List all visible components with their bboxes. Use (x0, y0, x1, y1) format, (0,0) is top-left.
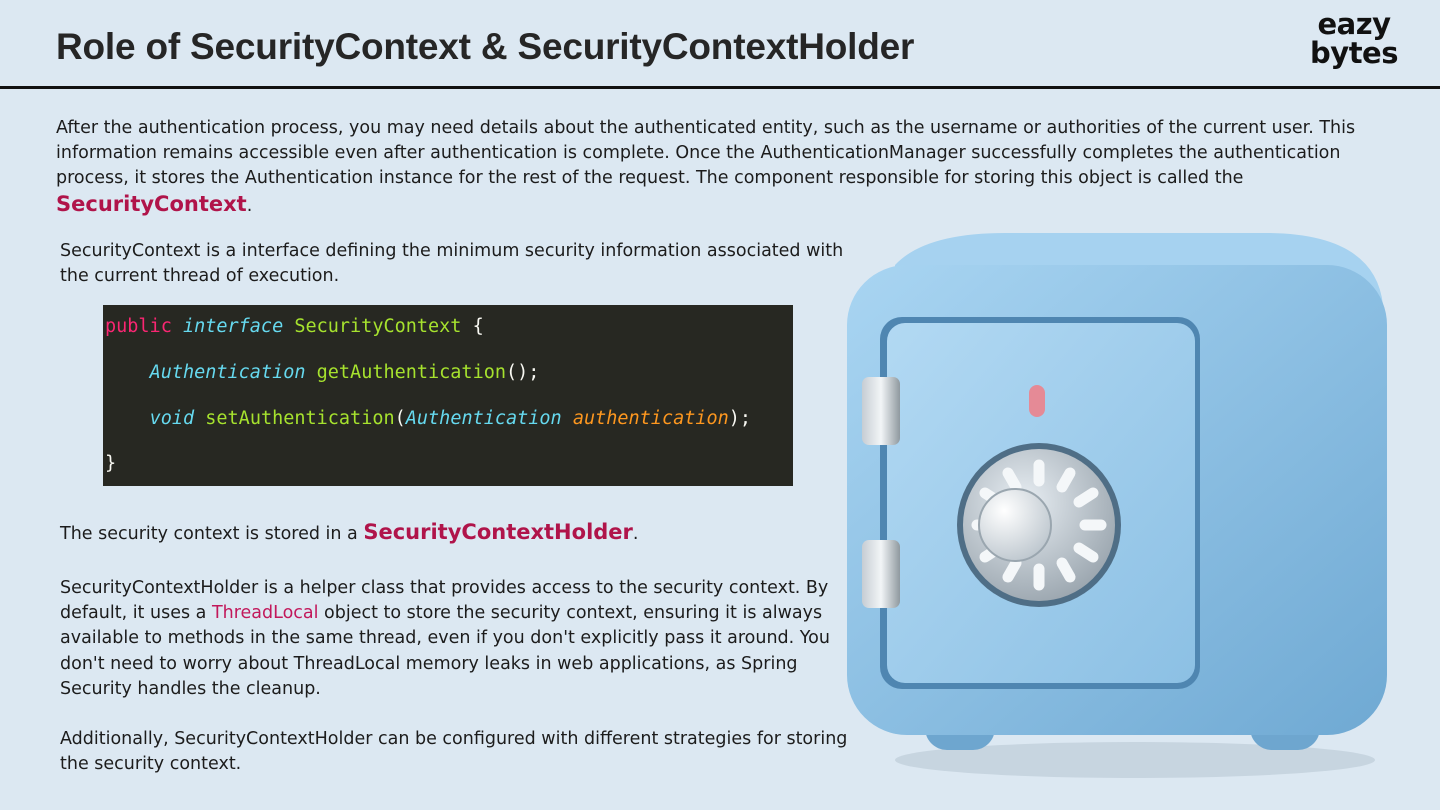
indicator-light (1029, 385, 1045, 417)
code-line-4: } (105, 452, 116, 476)
holder-description: SecurityContextHolder is a helper class … (60, 576, 850, 702)
intro-paragraph: After the authentication process, you ma… (56, 116, 1376, 219)
hinge-bottom (862, 540, 900, 608)
threadlocal-highlight: ThreadLocal (211, 603, 319, 624)
code-open-brace: { (472, 316, 484, 337)
code-param-name: authentication (572, 408, 729, 429)
page-title: Role of SecurityContext & SecurityContex… (56, 26, 915, 67)
holder-statement: The security context is stored in a Secu… (60, 520, 860, 547)
intro-highlight-securitycontext: SecurityContext (56, 191, 247, 216)
holder-highlight: SecurityContextHolder (363, 520, 633, 544)
code-line-3: void setAuthentication(Authentication au… (105, 407, 752, 431)
safe-icon (847, 233, 1387, 778)
code-keyword-public: public (105, 316, 172, 337)
code-parens-get: (); (506, 362, 540, 383)
code-close-brace: } (105, 453, 117, 474)
brand-logo: eazy bytes (1310, 10, 1398, 68)
code-return-type: Authentication (149, 362, 306, 383)
code-block: public interface SecurityContext { Authe… (103, 305, 793, 486)
securitycontext-description: SecurityContext is a interface defining … (60, 241, 844, 287)
holder-end: . (632, 524, 639, 544)
code-method-set: setAuthentication (205, 408, 395, 429)
strategies-paragraph: Additionally, SecurityContextHolder can … (60, 729, 848, 775)
code-keyword-interface: interface (182, 316, 284, 337)
hinge-top (862, 377, 900, 445)
code-line-1: public interface SecurityContext { (105, 315, 484, 339)
dial-knob (978, 488, 1052, 562)
code-method-get: getAuthentication (316, 362, 506, 383)
code-param-type: Authentication (405, 408, 562, 429)
code-keyword-void: void (149, 408, 195, 429)
intro-end: . (246, 195, 253, 216)
code-open-paren: ( (394, 408, 406, 429)
code-class-name: SecurityContext (294, 316, 462, 337)
intro-text: After the authentication process, you ma… (56, 118, 1356, 189)
code-line-2: Authentication getAuthentication(); (105, 361, 540, 385)
header-divider (0, 86, 1440, 89)
code-close-paren: ); (728, 408, 752, 429)
logo-line-1: eazy (1317, 7, 1392, 41)
holder-text: The security context is stored in a (60, 524, 364, 544)
logo-line-2: bytes (1310, 36, 1398, 70)
